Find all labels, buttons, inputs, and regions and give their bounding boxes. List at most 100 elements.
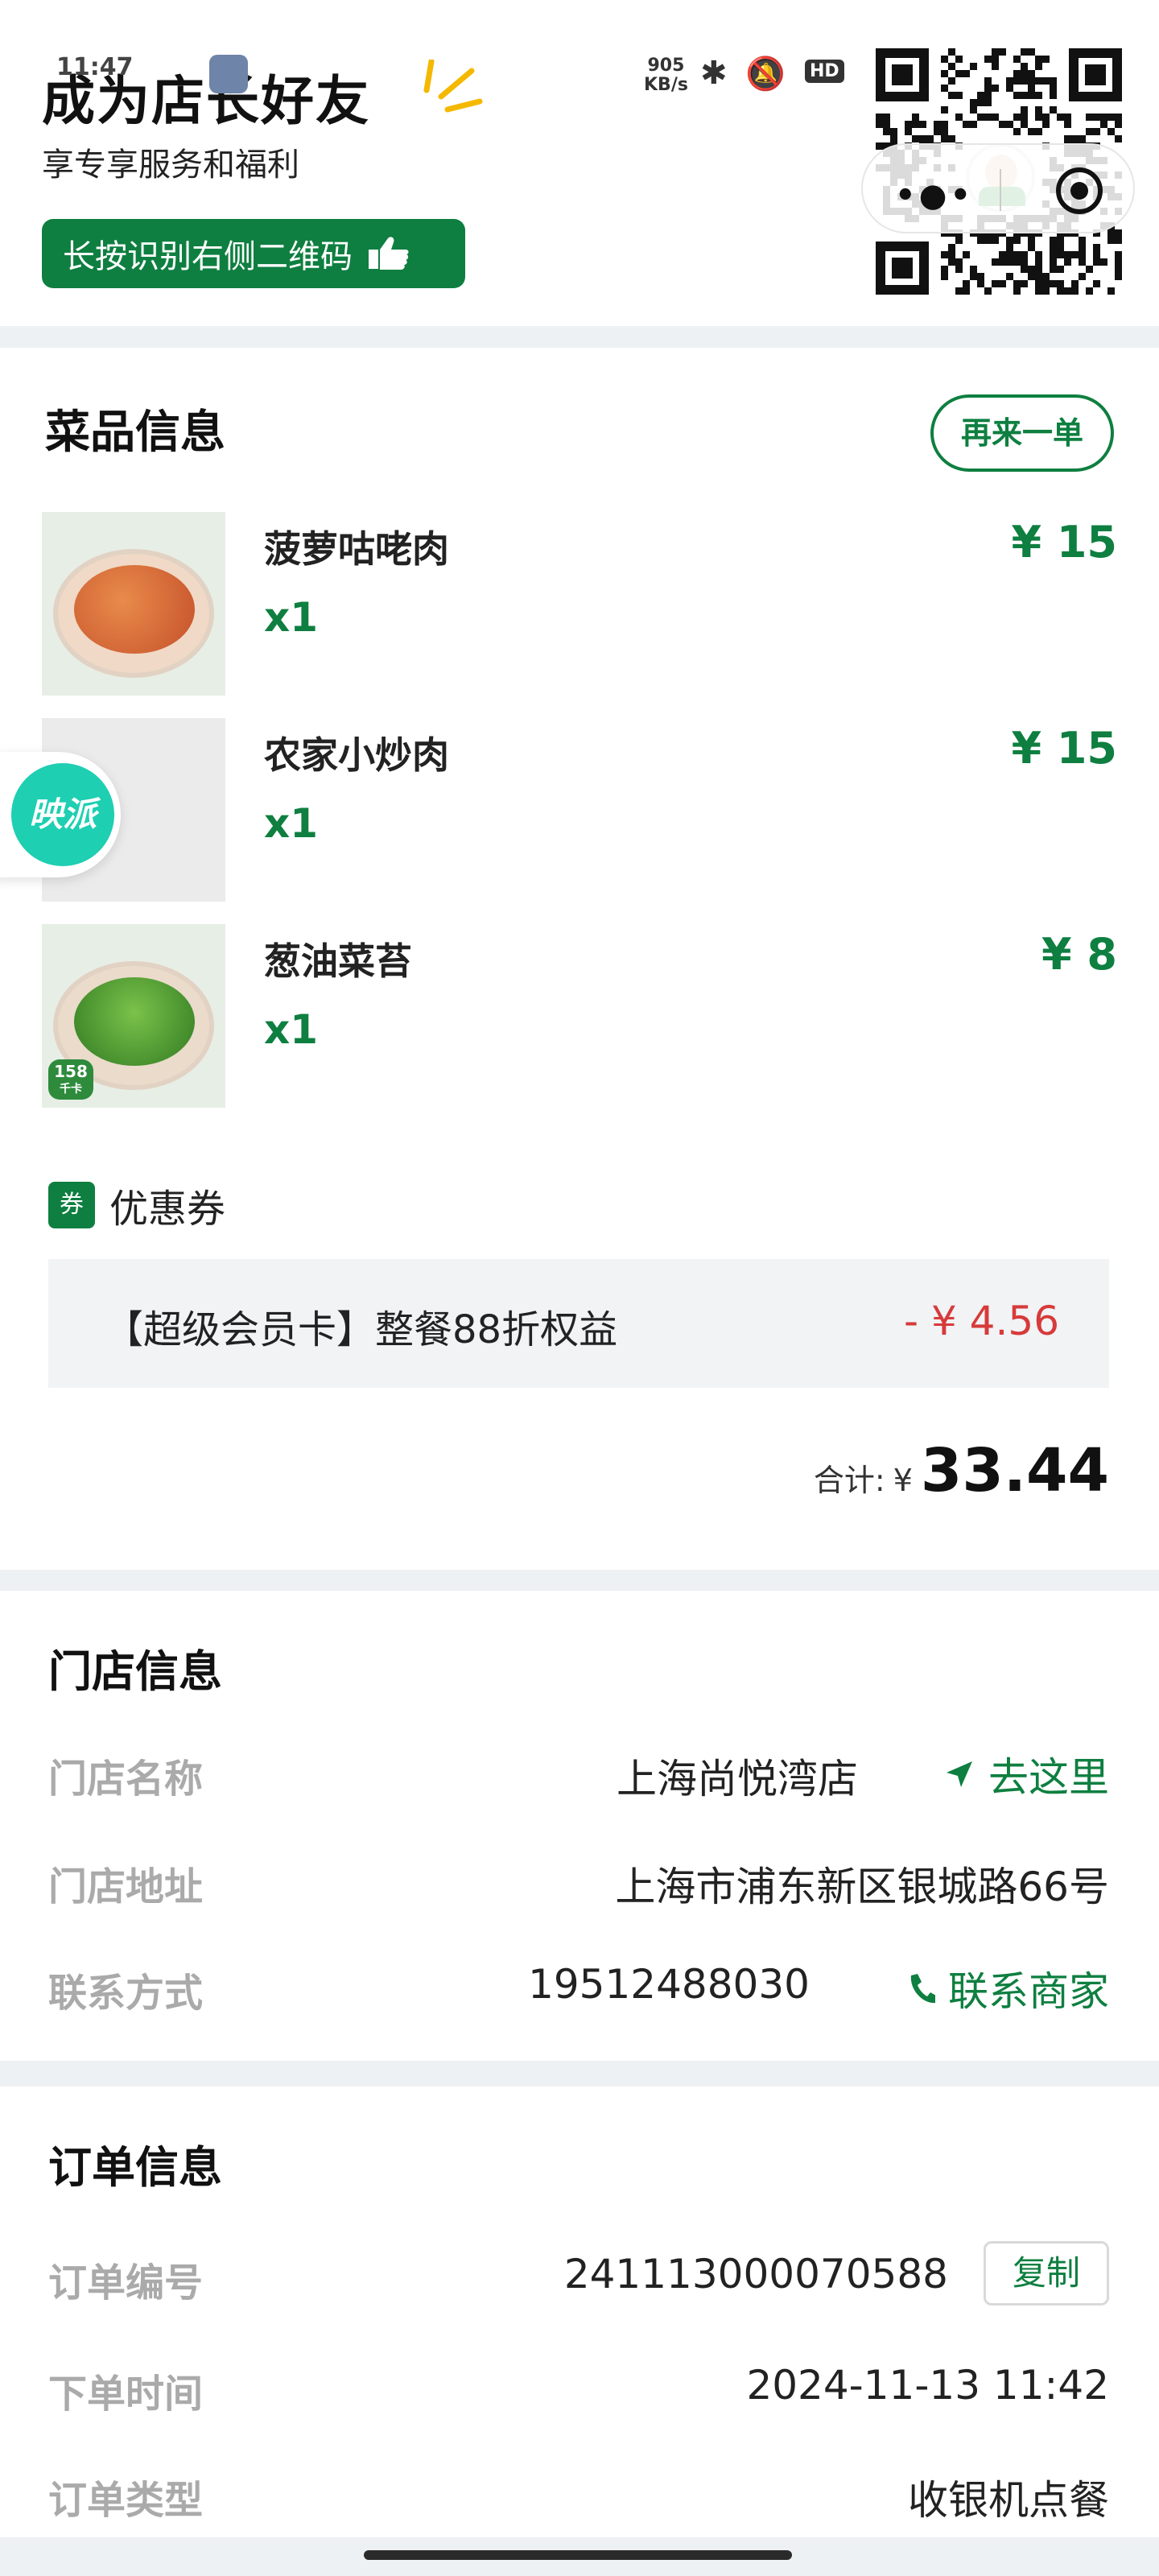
qr-module [1115,121,1122,128]
qr-module [1086,287,1093,295]
qr-module [963,280,970,287]
food-graphic [74,977,195,1066]
qr-module [1064,258,1071,266]
coupon-discount: - ¥ 4.56 [904,1298,1059,1344]
qr-module [992,237,999,244]
status-time: 11:47 [56,53,134,81]
qr-module [1115,237,1122,244]
contact-merchant-button[interactable]: 联系商家 [906,1959,1109,2017]
qr-module [890,128,897,135]
capsule-divider [1000,169,1001,211]
qr-module [1035,114,1042,121]
qr-module [941,266,948,273]
dish-item[interactable]: 农家小炒肉 x1 ¥ 15 [42,718,1117,903]
dish-image [42,512,225,696]
qr-module [955,114,963,121]
order-number-key: 订单编号 [48,2260,204,2306]
qr-module [999,258,1006,266]
qr-module [977,114,984,121]
qr-module [992,114,999,121]
qr-module [1028,237,1035,244]
mini-program-capsule: •●• [861,143,1135,233]
qr-module [876,114,883,121]
qr-module [948,251,955,258]
qr-module [1071,251,1079,258]
side-float-button[interactable]: 映派 [0,752,121,877]
qr-module [999,280,1006,287]
qr-module [1115,273,1122,280]
qr-module [1071,280,1079,287]
bluetooth-icon: ✱ [700,55,728,92]
qr-module [1006,251,1013,258]
dish-item[interactable]: 菠萝咕咾肉 x1 ¥ 15 [42,512,1117,697]
qr-module [948,244,955,251]
qr-module [977,273,984,280]
qr-module [1042,121,1050,128]
qr-module [1107,229,1115,237]
coupon-row: 券 优惠券 [48,1177,225,1233]
qr-module [1006,237,1013,244]
qr-module [992,280,999,287]
qr-module [1042,273,1050,280]
yingpai-logo: 映派 [11,763,114,866]
qr-module [1107,128,1115,135]
qr-module [1064,121,1071,128]
qr-module [1057,287,1064,295]
qr-module [1021,280,1028,287]
qr-module [1013,287,1021,295]
qr-module [1064,135,1071,142]
qr-module [984,287,992,295]
close-target-icon[interactable] [1056,167,1103,214]
store-address-value: 上海市浦东新区银城路66号 [615,1864,1109,1910]
copy-order-number-button[interactable]: 复制 [984,2241,1109,2306]
dish-section-title: 菜品信息 [45,407,225,459]
total-currency: ¥ [893,1463,913,1498]
qr-module [1021,258,1028,266]
qr-module [999,121,1006,128]
store-name-value: 上海尚悦湾店 [617,1756,858,1802]
qr-module [941,106,948,114]
qr-module [1042,287,1050,295]
navigation-arrow-icon [947,1761,972,1787]
qr-module [1107,114,1115,121]
qr-module [992,258,999,266]
more-icon[interactable]: •●• [895,177,974,214]
qr-module [1057,237,1064,244]
qr-module [955,258,963,266]
dish-price: ¥ 8 [1041,929,1117,980]
qr-module [1093,128,1100,135]
store-address-row: 门店地址 上海市浦东新区银城路66号 [48,1848,1109,1913]
qr-module [970,121,977,128]
qr-module [1057,266,1064,273]
qr-module [1013,280,1021,287]
reorder-button[interactable]: 再来一单 [930,394,1114,472]
home-indicator[interactable] [364,2550,792,2560]
qr-module [1093,244,1100,251]
qr-module [1064,251,1071,258]
qr-module [1035,280,1042,287]
store-address-key: 门店地址 [48,1864,204,1909]
scan-qr-button[interactable]: 长按识别右侧二维码 [42,219,465,288]
qr-module [941,128,948,135]
qr-module [1086,128,1093,135]
qr-module [905,128,912,135]
qr-module [1093,251,1100,258]
qr-module [941,251,948,258]
qr-module [912,135,919,142]
phone-icon [910,1974,935,2003]
dish-item[interactable]: 158 千卡 葱油菜苔 x1 ¥ 8 [42,924,1117,1109]
qr-module [919,121,926,128]
qr-module [1028,273,1035,280]
dish-name: 葱油菜苔 [264,939,412,983]
store-name-key: 门店名称 [48,1757,204,1802]
qr-module [984,99,992,106]
qr-module [876,121,883,128]
qr-module [1050,237,1057,244]
navigate-button[interactable]: 去这里 [943,1745,1109,1803]
qr-module [1050,266,1057,273]
qr-module [941,135,948,142]
order-card: 订单信息 订单编号 241113000070588 复制 下单时间 2024-1… [0,2087,1159,2537]
qr-module [1057,244,1064,251]
store-phone-value: 19512488030 [528,1961,810,2008]
status-bar: 11:47 905 KB/s ✱ 🔕 HD [48,48,1111,97]
